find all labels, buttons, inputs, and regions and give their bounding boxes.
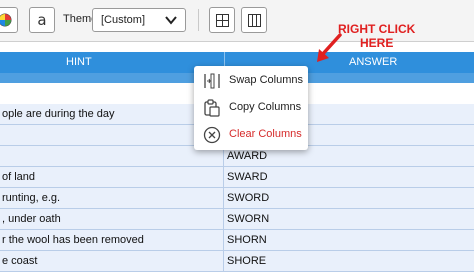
callout-line-1: RIGHT CLICK xyxy=(338,22,416,36)
answer-text: SWARD xyxy=(227,171,268,183)
table-row[interactable]: e coast SHORE xyxy=(0,251,474,272)
hint-text: of land xyxy=(2,171,36,183)
hint-text: r the wool has been removed xyxy=(2,234,144,246)
theme-select-value: [Custom] xyxy=(101,14,146,26)
hint-cell[interactable]: of land xyxy=(0,167,224,187)
answer-text: SHORE xyxy=(227,255,267,267)
clear-columns-menu-item[interactable]: Clear Columns xyxy=(194,122,308,148)
font-icon: a xyxy=(37,11,47,29)
column-header-answer[interactable]: ANSWER xyxy=(349,56,397,68)
copy-columns-icon xyxy=(204,99,220,117)
toolbar-separator xyxy=(198,9,199,31)
chevron-down-icon xyxy=(165,16,177,25)
clear-columns-label: Clear Columns xyxy=(229,128,302,140)
hint-cell[interactable]: e coast xyxy=(0,251,224,271)
column-header-hint[interactable]: HINT xyxy=(66,56,92,68)
context-menu: Swap Columns Copy Columns Clear Columns xyxy=(194,66,308,150)
font-button[interactable]: a xyxy=(29,7,55,33)
copy-columns-menu-item[interactable]: Copy Columns xyxy=(194,95,308,121)
hint-cell[interactable]: r the wool has been removed xyxy=(0,230,224,250)
answer-text: SWORD xyxy=(227,192,270,204)
red-arrow-icon xyxy=(317,33,342,62)
hint-text: runting, e.g. xyxy=(2,192,61,204)
grid-icon xyxy=(215,13,229,27)
answer-text: SHORN xyxy=(227,234,267,246)
grid-view-button[interactable] xyxy=(209,7,235,33)
hint-cell[interactable]: runting, e.g. xyxy=(0,188,224,208)
columns-icon xyxy=(247,13,261,27)
hint-cell[interactable] xyxy=(0,125,224,145)
hint-text: ople are during the day xyxy=(2,108,115,120)
swap-columns-label: Swap Columns xyxy=(229,74,303,86)
palette-icon xyxy=(0,13,12,27)
table-row[interactable]: of land SWARD xyxy=(0,167,474,188)
hint-text: e coast xyxy=(2,255,38,267)
right-click-callout: RIGHT CLICK HERE xyxy=(338,22,415,50)
color-palette-button[interactable] xyxy=(0,7,18,33)
answer-text: AWARD xyxy=(227,150,268,162)
theme-select[interactable]: [Custom] xyxy=(92,8,186,32)
hint-cell[interactable]: ople are during the day xyxy=(0,104,224,124)
clear-columns-icon xyxy=(203,126,221,144)
columns-view-button[interactable] xyxy=(241,7,267,33)
hint-cell[interactable] xyxy=(0,146,224,166)
hint-cell[interactable]: , under oath xyxy=(0,209,224,229)
callout-line-2: HERE xyxy=(359,36,394,50)
answer-text: SWORN xyxy=(227,213,270,225)
swap-columns-menu-item[interactable]: Swap Columns xyxy=(194,68,308,94)
table-row[interactable]: r the wool has been removed SHORN xyxy=(0,230,474,251)
table-row[interactable]: runting, e.g. SWORD xyxy=(0,188,474,209)
copy-columns-label: Copy Columns xyxy=(229,101,302,113)
table-row[interactable]: , under oath SWORN xyxy=(0,209,474,230)
swap-columns-icon xyxy=(204,73,220,89)
hint-text: , under oath xyxy=(2,213,61,225)
